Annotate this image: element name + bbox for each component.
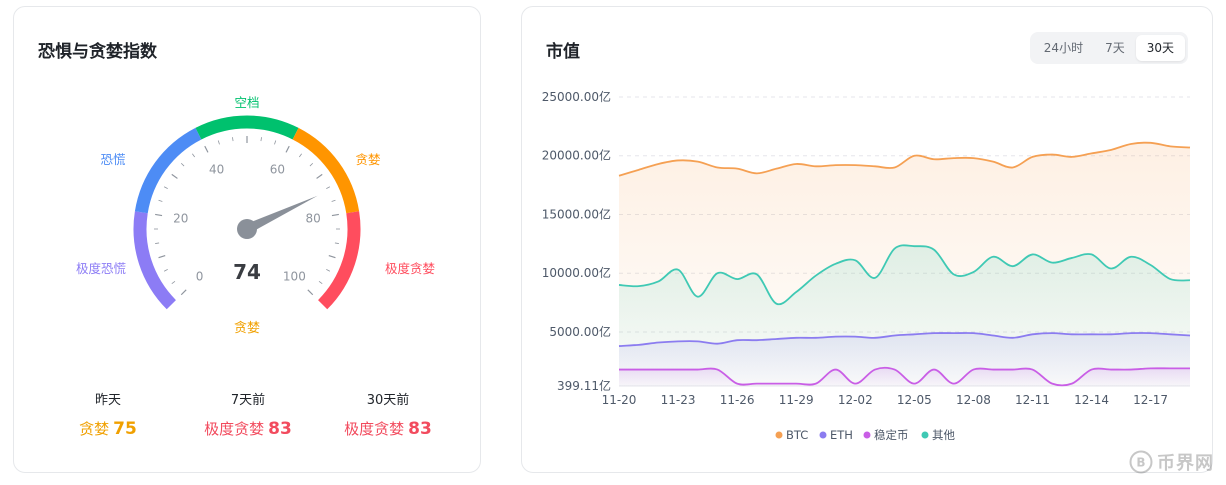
gauge-tick — [171, 173, 178, 179]
legend-item[interactable]: ETH — [819, 428, 853, 442]
svg-text:B: B — [1136, 456, 1145, 470]
gauge-tick — [331, 199, 336, 202]
y-tick-label: 15000.00亿 — [542, 206, 611, 221]
x-tick-label: 12-05 — [897, 393, 932, 407]
x-tick-label: 11-26 — [720, 393, 755, 407]
y-tick-label: 399.11亿 — [557, 378, 611, 393]
gauge-tick — [307, 289, 314, 296]
gauge-tick — [180, 162, 185, 167]
gauge-tick — [309, 162, 314, 167]
gauge-segment-label: 贪婪 — [355, 152, 381, 167]
history-7d: 7天前 极度贪婪 83 — [188, 389, 308, 439]
gauge-tick-label: 60 — [270, 162, 285, 176]
legend-item[interactable]: 其他 — [921, 428, 956, 442]
gauge-tick — [232, 137, 234, 142]
gauge-tick-label: 0 — [196, 269, 204, 283]
gauge-tick — [217, 140, 220, 145]
legend-marker — [775, 431, 783, 439]
gauge-tick — [163, 186, 168, 189]
gauge-tick — [326, 269, 331, 272]
x-tick-label: 11-23 — [661, 393, 696, 407]
history-value: 极度贪婪 83 — [328, 418, 448, 439]
history-status: 贪婪 — [79, 420, 110, 438]
gauge-value: 74 — [233, 260, 261, 284]
gauge-segment-extreme-greed — [317, 211, 361, 310]
gauge-tick — [260, 137, 262, 142]
y-tick-label: 25000.00亿 — [542, 89, 611, 104]
gauge-segment-label: 空档 — [234, 95, 259, 110]
legend-item[interactable]: BTC — [775, 428, 809, 442]
history-value: 极度贪婪 83 — [188, 418, 308, 439]
gauge-tick — [192, 153, 196, 158]
gauge-segment-label: 极度贪婪 — [385, 261, 436, 276]
x-tick-label: 12-08 — [956, 393, 991, 407]
history-number: 75 — [113, 419, 137, 439]
gauge-tick — [158, 255, 166, 259]
gauge-tick — [158, 199, 163, 202]
gauge-tick — [331, 213, 339, 217]
history-label: 7天前 — [230, 393, 266, 408]
watermark: B 币界网 — [1129, 449, 1214, 475]
x-tick-label: 11-20 — [602, 393, 637, 407]
legend-marker — [819, 431, 827, 439]
x-tick-label: 12-14 — [1074, 393, 1109, 407]
gauge-tick — [155, 242, 160, 244]
gauge-tick — [328, 255, 336, 259]
gauge-tick-label: 20 — [173, 212, 188, 226]
gauge-tick — [171, 280, 176, 284]
gauge-tick — [274, 140, 277, 145]
history-label: 30天前 — [366, 393, 410, 408]
legend-marker — [863, 431, 871, 439]
history-status: 极度贪婪 — [204, 420, 265, 438]
x-tick-label: 12-17 — [1133, 393, 1168, 407]
gauge-segment-label: 极度恐慌 — [76, 261, 126, 276]
history-yesterday: 昨天 贪婪 75 — [48, 389, 168, 439]
gauge-tick — [163, 269, 168, 272]
x-tick-label: 11-29 — [779, 393, 814, 407]
legend-item[interactable]: 稳定币 — [863, 428, 909, 442]
history-label: 昨天 — [94, 393, 121, 408]
legend-marker — [921, 431, 929, 439]
gauge-segment-neutral — [195, 115, 299, 140]
gauge-tick-label: 80 — [306, 212, 321, 226]
gauge-tick — [316, 173, 323, 179]
gauge-tick — [180, 289, 187, 296]
gauge-tick — [298, 153, 302, 158]
gauge-tick — [334, 242, 339, 244]
gauge-tick — [285, 145, 290, 153]
y-tick-label: 5000.00亿 — [549, 324, 611, 339]
history-number: 83 — [268, 419, 292, 439]
gauge-tick-label: 40 — [209, 162, 224, 176]
gauge-tick — [204, 145, 209, 153]
gauge-segment-fear — [134, 127, 202, 214]
market-cap-card: 市值 24小时 7天 30天 25000.00亿 20000.00亿 15000.0… — [521, 6, 1213, 473]
history-30d: 30天前 极度贪婪 83 — [328, 389, 448, 439]
history-status: 极度贪婪 — [344, 420, 405, 438]
gauge-tick — [326, 186, 331, 189]
legend-label: BTC — [786, 428, 808, 442]
gauge-segment-greed — [292, 127, 360, 214]
gauge-tick — [318, 280, 323, 284]
gauge-tick-label: 100 — [283, 269, 306, 283]
gauge-status-label: 贪婪 — [234, 321, 260, 336]
watermark-text: 币界网 — [1157, 453, 1214, 474]
gauge-tick — [155, 213, 163, 217]
coin-logo-icon: B — [1129, 450, 1153, 474]
market-cap-chart: 25000.00亿 20000.00亿 15000.00亿 10000.00亿 5000… — [542, 89, 1191, 442]
y-tick-label: 20000.00亿 — [542, 148, 611, 163]
legend-label: 稳定币 — [874, 428, 909, 442]
history-number: 83 — [408, 419, 432, 439]
fear-greed-card: 恐惧与贪婪指数 0 20 40 60 80 100 极度恐慌 恐慌 空档 贪婪 极度贪婪 74 贪… — [13, 6, 481, 473]
y-tick-label: 10000.00亿 — [542, 265, 611, 280]
history-value: 贪婪 75 — [48, 418, 168, 439]
legend-label: ETH — [830, 428, 853, 442]
gauge-segment-extreme-fear — [133, 211, 177, 310]
gauge-segment-label: 恐慌 — [100, 152, 125, 167]
x-tick-label: 12-11 — [1015, 393, 1050, 407]
legend-label: 其他 — [932, 428, 955, 442]
x-tick-label: 12-02 — [838, 393, 873, 407]
